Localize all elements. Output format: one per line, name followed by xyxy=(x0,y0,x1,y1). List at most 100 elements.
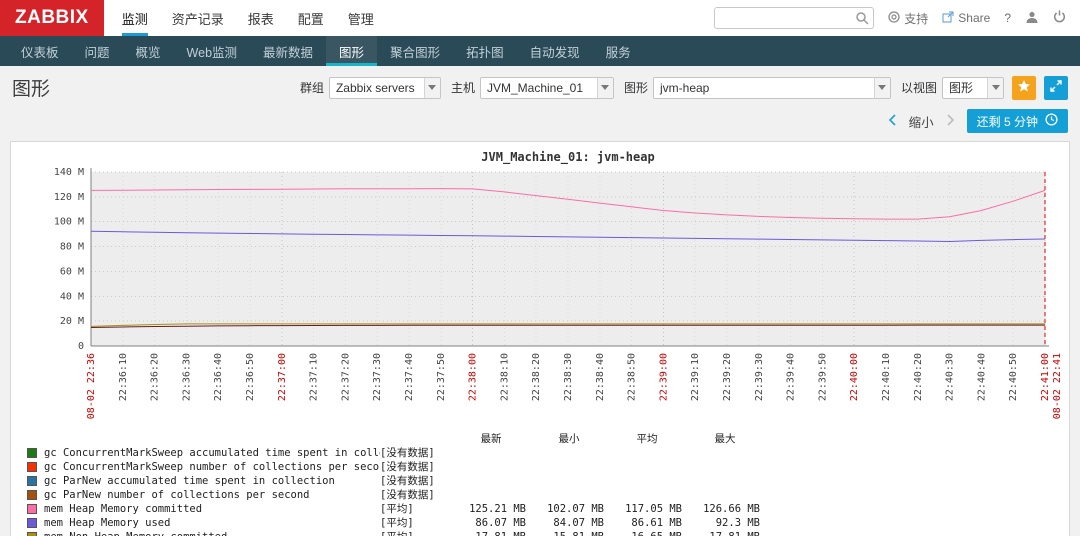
support-link[interactable]: 支持 xyxy=(888,10,928,27)
svg-text:22:40:30: 22:40:30 xyxy=(945,353,956,401)
power-icon xyxy=(1053,10,1066,26)
legend-item-label: mem Non-Heap Memory committed xyxy=(44,531,380,536)
svg-text:22:38:40: 22:38:40 xyxy=(595,353,606,401)
svg-text:22:38:20: 22:38:20 xyxy=(531,353,542,401)
filter-bar: 群组 Zabbix servers 主机 JVM_Machine_01 图形 jvm-he… xyxy=(300,76,1004,99)
legend-item-label: gc ConcurrentMarkSweep number of collect… xyxy=(44,460,380,473)
nav-item-configuration[interactable]: 配置 xyxy=(298,0,324,36)
svg-text:22:38:50: 22:38:50 xyxy=(627,353,638,401)
legend-col-header-0: 最新 xyxy=(480,433,502,445)
legend-item-func: [平均] xyxy=(380,503,414,515)
share-icon xyxy=(942,11,954,26)
clock-icon xyxy=(1045,113,1058,129)
chevron-down-icon xyxy=(987,77,1003,98)
legend-color-swatch xyxy=(27,489,37,500)
graph-legend: 最新 最小 平均 最大 gc ConcurrentMarkSweep accumulat… xyxy=(15,429,1065,536)
subnav-item-graphs[interactable]: 图形 xyxy=(326,36,378,66)
main-nav: 监测 资产记录 报表 配置 管理 xyxy=(121,0,398,36)
svg-text:22:37:30: 22:37:30 xyxy=(372,353,383,401)
legend-row: mem Non-Heap Memory committed[平均]17.81 M… xyxy=(27,530,1065,536)
graph-svg[interactable]: JVM_Machine_01: jvm-heap 0 20 M 40 M 60 M 80 … xyxy=(15,148,1063,426)
subnav-item-overview[interactable]: 概览 xyxy=(123,36,174,66)
time-back-button[interactable] xyxy=(886,112,899,131)
legend-item-label: mem Heap Memory used xyxy=(44,516,171,529)
help-link[interactable]: ? xyxy=(1004,11,1011,25)
svg-text:22:40:50: 22:40:50 xyxy=(1008,353,1019,401)
filter-label-view-as: 以视图 xyxy=(900,81,937,95)
legend-item-label: gc ParNew number of collections per seco… xyxy=(44,488,310,501)
filter-label-host: 主机 xyxy=(450,81,475,95)
legend-item-value: 17.81 MB xyxy=(456,531,534,536)
group-select[interactable]: Zabbix servers xyxy=(328,76,441,99)
svg-text:22:37:00: 22:37:00 xyxy=(277,353,288,401)
legend-item-value: 92.3 MB xyxy=(715,516,760,529)
star-icon xyxy=(1017,79,1031,96)
svg-text:08-02 22:41: 08-02 22:41 xyxy=(1052,353,1061,419)
subnav-item-latest-data[interactable]: 最新数据 xyxy=(250,36,326,66)
legend-row: gc ConcurrentMarkSweep number of collect… xyxy=(27,460,1065,473)
legend-color-swatch xyxy=(27,447,37,458)
legend-row: mem Heap Memory committed [平均] 125.21 MB 10… xyxy=(27,502,1065,515)
graph-select[interactable]: jvm-heap xyxy=(652,76,891,99)
share-link[interactable]: Share xyxy=(942,11,990,26)
nav-item-monitoring[interactable]: 监测 xyxy=(121,0,148,36)
legend-color-swatch xyxy=(27,517,37,528)
svg-text:22:39:00: 22:39:00 xyxy=(658,353,669,401)
subnav-item-maps[interactable]: 拓扑图 xyxy=(453,36,517,66)
zabbix-logo[interactable]: ZABBIX xyxy=(0,0,104,36)
fullscreen-button[interactable] xyxy=(1044,75,1068,100)
favourites-button[interactable] xyxy=(1012,75,1036,100)
legend-color-swatch xyxy=(27,461,37,472)
subnav-item-problems[interactable]: 问题 xyxy=(72,36,123,66)
legend-row: gc ConcurrentMarkSweep accumulated time … xyxy=(27,446,1065,459)
svg-text:60 M: 60 M xyxy=(60,266,84,277)
filter-view-as: 以视图 图形 xyxy=(900,76,1004,99)
view-as-select[interactable]: 图形 xyxy=(942,76,1004,99)
subnav-item-discovery[interactable]: 自动发现 xyxy=(517,36,593,66)
legend-row: gc ParNew accumulated time spent in coll… xyxy=(27,474,1065,487)
legend-col-header-1: 最小 xyxy=(558,433,580,445)
svg-text:22:40:40: 22:40:40 xyxy=(976,353,987,401)
time-forward-button[interactable] xyxy=(944,112,957,131)
subnav-item-screens[interactable]: 聚合图形 xyxy=(377,36,453,66)
nav-item-inventory[interactable]: 资产记录 xyxy=(172,0,224,36)
svg-text:22:40:00: 22:40:00 xyxy=(849,353,860,401)
profile-button[interactable] xyxy=(1025,10,1039,27)
search-box[interactable] xyxy=(714,7,875,29)
search-input[interactable] xyxy=(715,8,874,28)
time-controls: 缩小 还剩 5 分钟 xyxy=(0,107,1080,141)
logout-button[interactable] xyxy=(1053,10,1066,26)
chevron-right-icon xyxy=(946,113,955,129)
time-remaining-button[interactable]: 还剩 5 分钟 xyxy=(966,109,1068,133)
legend-color-swatch xyxy=(27,475,37,486)
group-select-value: Zabbix servers xyxy=(335,80,415,95)
svg-text:22:41:00: 22:41:00 xyxy=(1040,353,1051,401)
sub-nav: 仪表板 问题 概览 Web监测 最新数据 图形 聚合图形 拓扑图 自动发现 服务 xyxy=(0,36,1080,66)
svg-text:22:36:50: 22:36:50 xyxy=(245,353,256,401)
legend-item-value: 84.07 MB xyxy=(553,516,604,529)
svg-text:22:36:30: 22:36:30 xyxy=(181,353,192,401)
legend-header-row: 最新 最小 平均 最大 xyxy=(27,432,1065,445)
svg-text:22:39:30: 22:39:30 xyxy=(754,353,765,401)
filter-host: 主机 JVM_Machine_01 xyxy=(450,76,614,99)
legend-item-label: mem Heap Memory committed xyxy=(44,502,203,515)
nav-item-administration[interactable]: 管理 xyxy=(348,0,374,36)
svg-text:22:36:40: 22:36:40 xyxy=(213,353,224,401)
host-select[interactable]: JVM_Machine_01 xyxy=(479,76,614,99)
nav-item-reports[interactable]: 报表 xyxy=(248,0,274,36)
support-icon xyxy=(888,10,900,26)
svg-text:22:38:10: 22:38:10 xyxy=(499,353,510,401)
subnav-item-web[interactable]: Web监测 xyxy=(174,36,250,66)
svg-text:22:39:20: 22:39:20 xyxy=(722,353,733,401)
support-label: 支持 xyxy=(904,11,929,26)
subnav-item-services[interactable]: 服务 xyxy=(593,36,644,66)
subnav-item-dashboard[interactable]: 仪表板 xyxy=(8,36,72,66)
legend-row: gc ParNew number of collections per seco… xyxy=(27,488,1065,501)
svg-text:20 M: 20 M xyxy=(60,316,84,327)
search-icon[interactable] xyxy=(855,11,869,28)
view-as-select-value: 图形 xyxy=(949,81,974,95)
svg-text:22:39:50: 22:39:50 xyxy=(817,353,828,401)
zoom-out-button[interactable]: 缩小 xyxy=(909,112,934,131)
legend-item-value: 86.61 MB xyxy=(631,516,682,529)
legend-item-func: [没有数据] xyxy=(380,475,435,487)
